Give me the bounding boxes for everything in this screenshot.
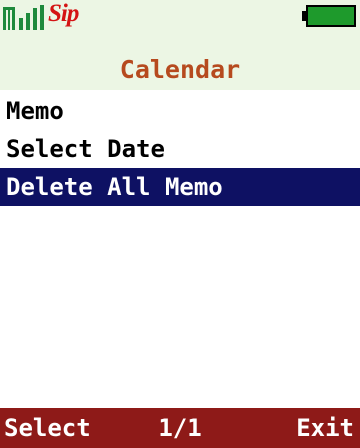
softkey-bar: Select 1/1 Exit <box>0 408 360 448</box>
status-bar: Sip Calendar <box>0 0 360 90</box>
menu-item-select-date[interactable]: Select Date <box>0 130 360 168</box>
select-softkey[interactable]: Select <box>4 408 91 448</box>
sip-logo: Sip <box>48 0 79 27</box>
battery-full-icon <box>302 5 356 27</box>
calendar-menu: Memo Select Date Delete All Memo <box>0 92 360 206</box>
signal-strength-icon <box>3 5 44 30</box>
page-indicator: 1/1 <box>158 414 202 442</box>
phone-screen: Sip Calendar Memo Select Date Delete All… <box>0 0 360 448</box>
page-title: Calendar <box>0 50 360 90</box>
menu-item-delete-all-memo[interactable]: Delete All Memo <box>0 168 360 206</box>
menu-item-memo[interactable]: Memo <box>0 92 360 130</box>
exit-softkey[interactable]: Exit <box>296 408 354 448</box>
